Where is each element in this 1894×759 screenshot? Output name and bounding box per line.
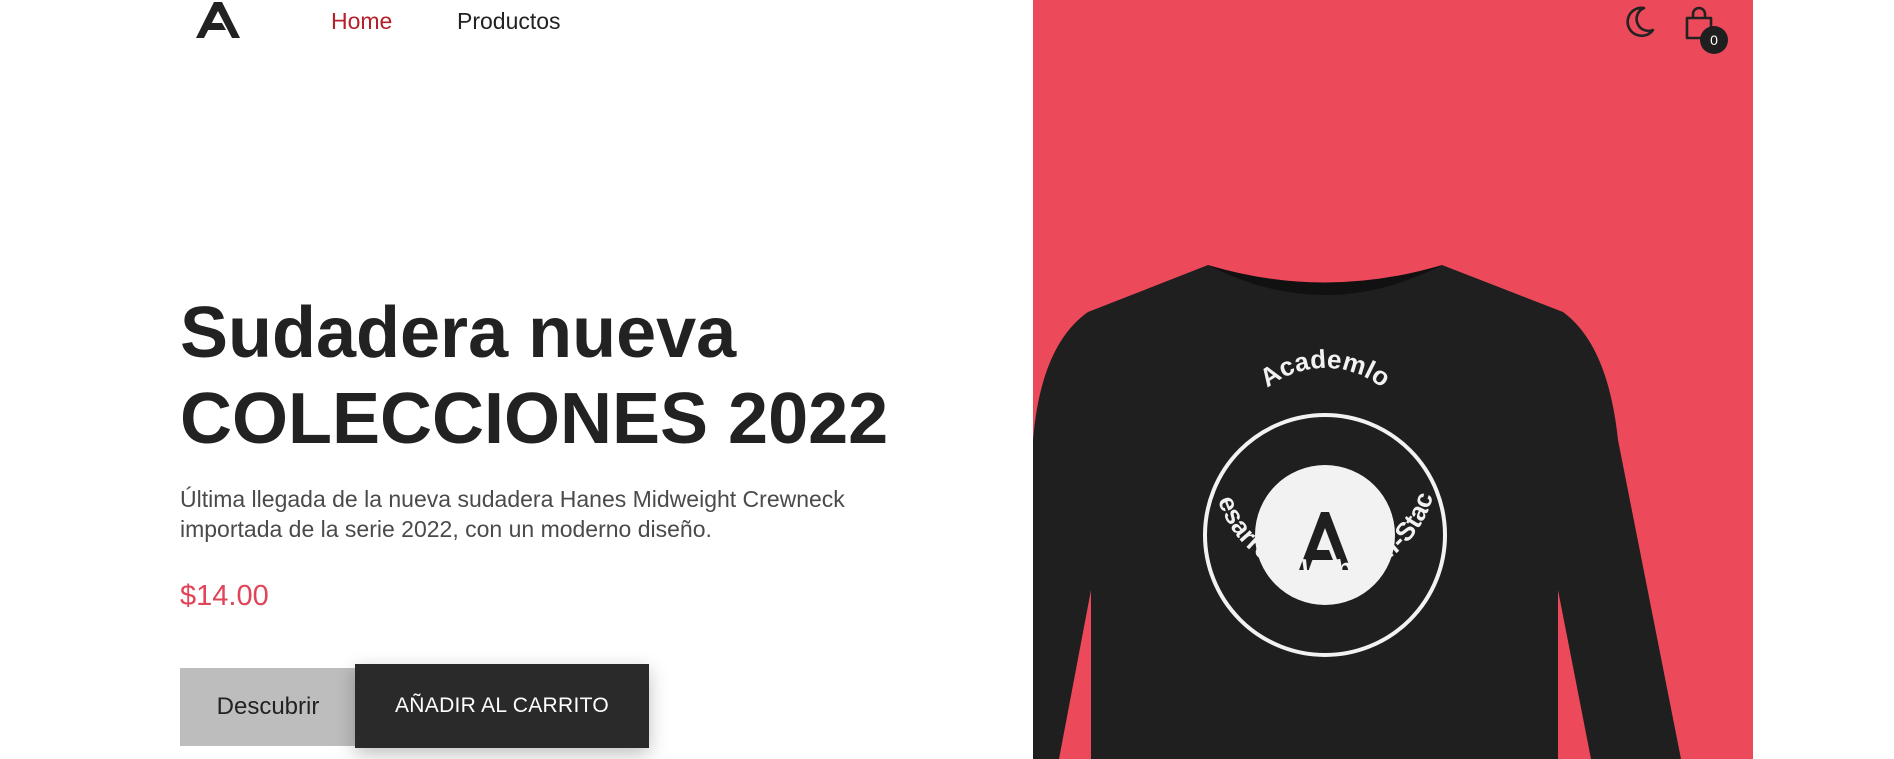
nav-link-home[interactable]: Home (331, 8, 392, 35)
nav-link-productos[interactable]: Productos (457, 8, 561, 35)
sweatshirt-image: Academlo Desarrollo Web Full-Stack (1033, 0, 1681, 759)
title-line-2: COLECCIONES 2022 (180, 379, 889, 459)
cart-count-badge: 0 (1700, 26, 1728, 54)
academlo-logo-icon[interactable] (192, 0, 244, 40)
product-image: Academlo Desarrollo Web Full-Stack (1033, 0, 1753, 759)
title-line-1: Sudadera nueva (180, 293, 737, 373)
moon-icon[interactable] (1622, 4, 1656, 40)
add-to-cart-button[interactable]: AÑADIR AL CARRITO (355, 664, 649, 748)
product-price: $14.00 (180, 580, 269, 612)
product-description: Última llegada de la nueva sudadera Hane… (180, 486, 845, 542)
page-title: Sudadera nueva COLECCIONES 2022 (180, 290, 888, 462)
discover-button[interactable]: Descubrir (180, 668, 356, 746)
cart-button[interactable]: 0 (1680, 2, 1728, 54)
